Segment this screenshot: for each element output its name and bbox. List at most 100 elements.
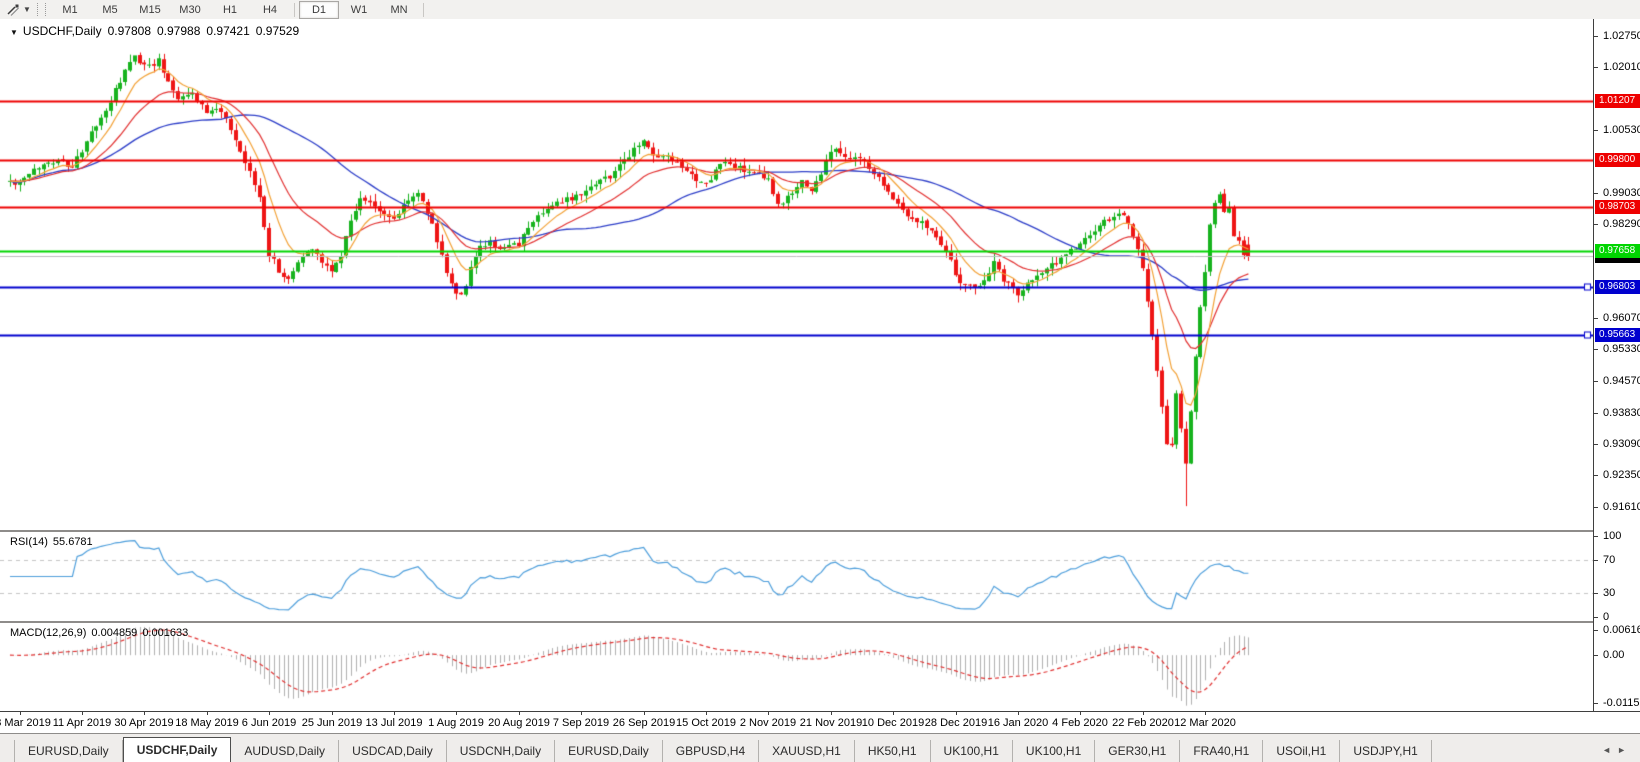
- price-tick-label: 1.00530: [1603, 124, 1640, 136]
- date-tick-mark: [519, 712, 520, 715]
- price-tick-label: 0.00: [1603, 649, 1624, 661]
- price-tick-mark: [1594, 475, 1598, 476]
- toolbar-separator: [294, 3, 295, 17]
- date-tick-label: 16 Jan 2020: [988, 717, 1049, 729]
- price-tick-label: 0.006167: [1603, 624, 1640, 636]
- price-tick-mark: [1594, 444, 1598, 445]
- price-tick-mark: [1594, 193, 1598, 194]
- price-line-badge: 1.01207: [1595, 94, 1640, 108]
- price-tick-mark: [1594, 703, 1598, 704]
- date-tick-mark: [456, 712, 457, 715]
- rsi-panel-label: RSI(14)55.6781: [10, 536, 98, 548]
- ohlc-open: 0.97808: [108, 24, 151, 38]
- timeframe-button-MN[interactable]: MN: [379, 1, 419, 19]
- timeframe-button-W1[interactable]: W1: [339, 1, 379, 19]
- date-tick-label: 4 Feb 2020: [1052, 717, 1108, 729]
- date-tick-label: 6 Jun 2019: [242, 717, 296, 729]
- date-tick-mark: [831, 712, 832, 715]
- price-tick-mark: [1594, 560, 1598, 561]
- chart-tab-usdchf-daily[interactable]: USDCHF,Daily: [123, 737, 232, 762]
- timeframe-button-M1[interactable]: M1: [50, 1, 90, 19]
- toolbar-grip[interactable]: [37, 3, 46, 16]
- rsi-indicator-value: 55.6781: [53, 536, 93, 548]
- timeframe-button-M30[interactable]: M30: [170, 1, 210, 19]
- date-tick-label: 1 Aug 2019: [428, 717, 484, 729]
- draw-tools-icon[interactable]: [3, 2, 23, 18]
- date-tick-mark: [269, 712, 270, 715]
- price-axis[interactable]: 1.027501.020101.005300.990300.982900.960…: [1593, 19, 1640, 711]
- macd-signal-value: 0.001633: [142, 627, 188, 639]
- price-tick-label: 0.91610: [1603, 501, 1640, 513]
- rsi-indicator-canvas[interactable]: [0, 532, 1593, 621]
- chart-tab-usoil-h1[interactable]: USOil,H1: [1263, 740, 1340, 762]
- price-tick-label: 1.02010: [1603, 61, 1640, 73]
- price-line-badge: 0.96803: [1595, 280, 1640, 294]
- price-chart-canvas[interactable]: [0, 19, 1593, 530]
- chart-tab-bar: EURUSD,DailyUSDCHF,DailyAUDUSD,DailyUSDC…: [0, 733, 1640, 762]
- price-tick-mark: [1594, 349, 1598, 350]
- timeframe-button-M15[interactable]: M15: [130, 1, 170, 19]
- price-tick-label: 0.99030: [1603, 187, 1640, 199]
- price-tick-label: 70: [1603, 554, 1615, 566]
- chart-tab-usdjpy-h1[interactable]: USDJPY,H1: [1340, 740, 1431, 762]
- tab-scroll-left-icon[interactable]: ◄: [1602, 745, 1617, 755]
- date-tick-mark: [332, 712, 333, 715]
- timeframe-button-D1[interactable]: D1: [299, 1, 339, 19]
- chart-tab-usdcad-daily[interactable]: USDCAD,Daily: [339, 740, 447, 762]
- date-tick-mark: [144, 712, 145, 715]
- macd-panel-label: MACD(12,26,9)0.0048590.001633: [10, 627, 193, 639]
- date-tick-label: 23 Mar 2019: [0, 717, 51, 729]
- date-tick-label: 21 Nov 2019: [800, 717, 862, 729]
- date-tick-mark: [1018, 712, 1019, 715]
- chart-tab-usdcnh-daily[interactable]: USDCNH,Daily: [447, 740, 555, 762]
- chart-tab-eurusd-daily[interactable]: EURUSD,Daily: [14, 740, 123, 762]
- chart-tab-uk100-h1[interactable]: UK100,H1: [1013, 740, 1095, 762]
- price-tick-label: 0.95330: [1603, 343, 1640, 355]
- collapse-triangle-icon[interactable]: ▼: [10, 28, 18, 37]
- macd-main-value: 0.004859: [91, 627, 137, 639]
- date-tick-label: 22 Feb 2020: [1112, 717, 1174, 729]
- chart-symbol-label: USDCHF,Daily: [23, 24, 102, 38]
- date-tick-label: 13 Jul 2019: [366, 717, 423, 729]
- price-tick-mark: [1594, 617, 1598, 618]
- draw-tools-dropdown-arrow-icon[interactable]: ▼: [23, 5, 35, 14]
- price-line-badge: 0.98703: [1595, 200, 1640, 214]
- price-tick-mark: [1594, 536, 1598, 537]
- date-tick-label: 18 May 2019: [175, 717, 239, 729]
- tab-scroll-right-icon[interactable]: ►: [1617, 745, 1632, 755]
- date-tick-mark: [768, 712, 769, 715]
- timeframe-button-H1[interactable]: H1: [210, 1, 250, 19]
- chart-tab-audusd-daily[interactable]: AUDUSD,Daily: [231, 740, 339, 762]
- ohlc-close: 0.97529: [256, 24, 299, 38]
- timeframe-button-M5[interactable]: M5: [90, 1, 130, 19]
- chart-tab-xauusd-h1[interactable]: XAUUSD,H1: [759, 740, 855, 762]
- price-line-badge: 0.95663: [1595, 328, 1640, 342]
- date-tick-label: 12 Mar 2020: [1174, 717, 1236, 729]
- chart-tab-fra40-h1[interactable]: FRA40,H1: [1180, 740, 1263, 762]
- price-tick-label: 0.93090: [1603, 438, 1640, 450]
- price-tick-label: 0.94570: [1603, 375, 1640, 387]
- chart-tab-uk100-h1[interactable]: UK100,H1: [931, 740, 1013, 762]
- timeframe-button-H4[interactable]: H4: [250, 1, 290, 19]
- timeframe-buttons: M1M5M15M30H1H4 D1W1MN: [50, 1, 428, 19]
- mt4-application-window: ▼ M1M5M15M30H1H4 D1W1MN ▼ USDCHF,Daily 0.97…: [0, 0, 1640, 762]
- chart-tab-ger30-h1[interactable]: GER30,H1: [1095, 740, 1180, 762]
- date-axis[interactable]: 23 Mar 201911 Apr 201930 Apr 201918 May …: [0, 711, 1640, 733]
- timeframe-toolbar: ▼ M1M5M15M30H1H4 D1W1MN: [0, 0, 1640, 20]
- price-tick-mark: [1594, 507, 1598, 508]
- price-tick-label: 100: [1603, 530, 1621, 542]
- date-tick-mark: [394, 712, 395, 715]
- macd-indicator-canvas[interactable]: [0, 623, 1593, 711]
- date-tick-mark: [207, 712, 208, 715]
- date-tick-label: 11 Apr 2019: [53, 717, 112, 729]
- ohlc-low: 0.97421: [206, 24, 249, 38]
- tab-scroll-arrows: ◄►: [1602, 745, 1632, 755]
- price-tick-label: 0.96070: [1603, 312, 1640, 324]
- chart-title: ▼ USDCHF,Daily 0.97808 0.97988 0.97421 0.9752…: [10, 24, 305, 38]
- date-tick-mark: [706, 712, 707, 715]
- chart-tab-eurusd-daily[interactable]: EURUSD,Daily: [555, 740, 663, 762]
- chart-tab-gbpusd-h4[interactable]: GBPUSD,H4: [663, 740, 759, 762]
- chart-tab-hk50-h1[interactable]: HK50,H1: [855, 740, 931, 762]
- price-tick-mark: [1594, 381, 1598, 382]
- ohlc-high: 0.97988: [157, 24, 200, 38]
